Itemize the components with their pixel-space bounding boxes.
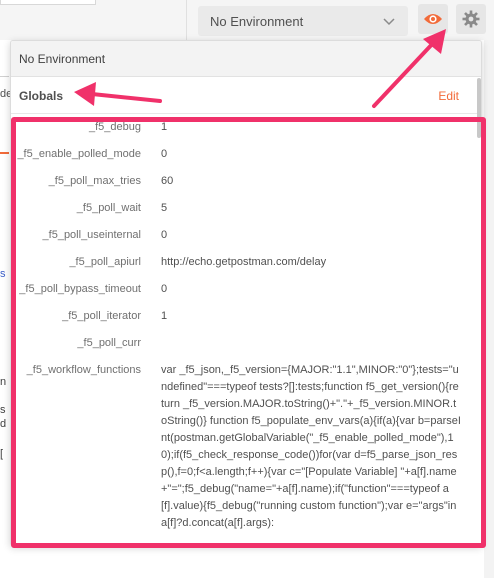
variable-key: _f5_poll_bypass_timeout [19, 283, 141, 295]
variable-key: _f5_poll_curr [77, 337, 141, 349]
variable-row: _f5_debug 1 [11, 115, 481, 142]
variable-value: 60 [161, 175, 174, 187]
background-text: s [0, 404, 6, 416]
eye-icon [424, 14, 442, 24]
right-scrollbar[interactable] [484, 40, 494, 578]
variable-row: _f5_poll_useinternal 0 [11, 223, 481, 250]
no-environment-header: No Environment [11, 41, 481, 77]
divider [186, 0, 187, 40]
variable-row: _f5_workflow_functions var _f5_json,_f5_… [11, 358, 481, 538]
variable-value: http://echo.getpostman.com/delay [161, 256, 327, 268]
variable-row: _f5_poll_bypass_timeout 0 [11, 277, 481, 304]
background-text: [ [0, 448, 4, 460]
globals-title: Globals [19, 88, 64, 103]
request-tab-card[interactable] [0, 0, 96, 5]
variable-row: _f5_poll_curr [11, 331, 481, 358]
gear-icon [462, 10, 480, 28]
background-text: d [0, 418, 7, 430]
variable-value: 0 [161, 148, 168, 160]
chevron-down-icon [383, 18, 395, 26]
variable-value: 0 [161, 229, 168, 241]
variable-row: _f5_poll_wait 5 [11, 196, 481, 223]
variable-key: _f5_poll_wait [76, 202, 141, 214]
environment-quick-look-popup: No Environment Globals Edit _f5_debug 1 … [10, 40, 482, 546]
variable-key: _f5_workflow_functions [26, 364, 141, 376]
variable-key: _f5_poll_max_tries [48, 175, 141, 187]
variable-key: _f5_debug [89, 121, 141, 133]
background-text: s [0, 268, 6, 280]
variable-key: _f5_enable_polled_mode [17, 148, 141, 160]
variable-row: _f5_enable_polled_mode 0 [11, 142, 481, 169]
no-environment-label: No Environment [19, 51, 106, 66]
variable-row: _f5_poll_max_tries 60 [11, 169, 481, 196]
environment-quick-look-button[interactable] [418, 4, 448, 34]
variable-key: _f5_poll_useinternal [42, 229, 141, 241]
edit-globals-link[interactable]: Edit [438, 89, 459, 103]
environment-select-label: No Environment [210, 13, 304, 29]
variable-key: _f5_poll_iterator [62, 310, 141, 322]
environment-select[interactable]: No Environment [198, 6, 408, 36]
globals-variable-list: _f5_debug 1 _f5_enable_polled_mode 0 _f5… [11, 115, 481, 538]
variable-value: 1 [161, 310, 168, 322]
variable-value: 0 [161, 283, 168, 295]
active-tab-indicator [0, 152, 9, 154]
globals-header: Globals Edit [11, 78, 481, 114]
variable-value [161, 335, 461, 352]
variable-key: _f5_poll_apiurl [69, 256, 141, 268]
variable-value: var _f5_json,_f5_version={MAJOR:"1.1",MI… [161, 364, 461, 529]
divider [0, 76, 9, 77]
settings-button[interactable] [456, 4, 486, 34]
variable-row: _f5_poll_iterator 1 [11, 304, 481, 331]
top-bar: No Environment [0, 0, 494, 40]
variable-row: _f5_poll_apiurl http://echo.getpostman.c… [11, 250, 481, 277]
background-text: n [0, 376, 7, 388]
background-panel: de s n s d [ [0, 40, 12, 578]
variable-value: 5 [161, 202, 168, 214]
variable-value: 1 [161, 121, 168, 133]
